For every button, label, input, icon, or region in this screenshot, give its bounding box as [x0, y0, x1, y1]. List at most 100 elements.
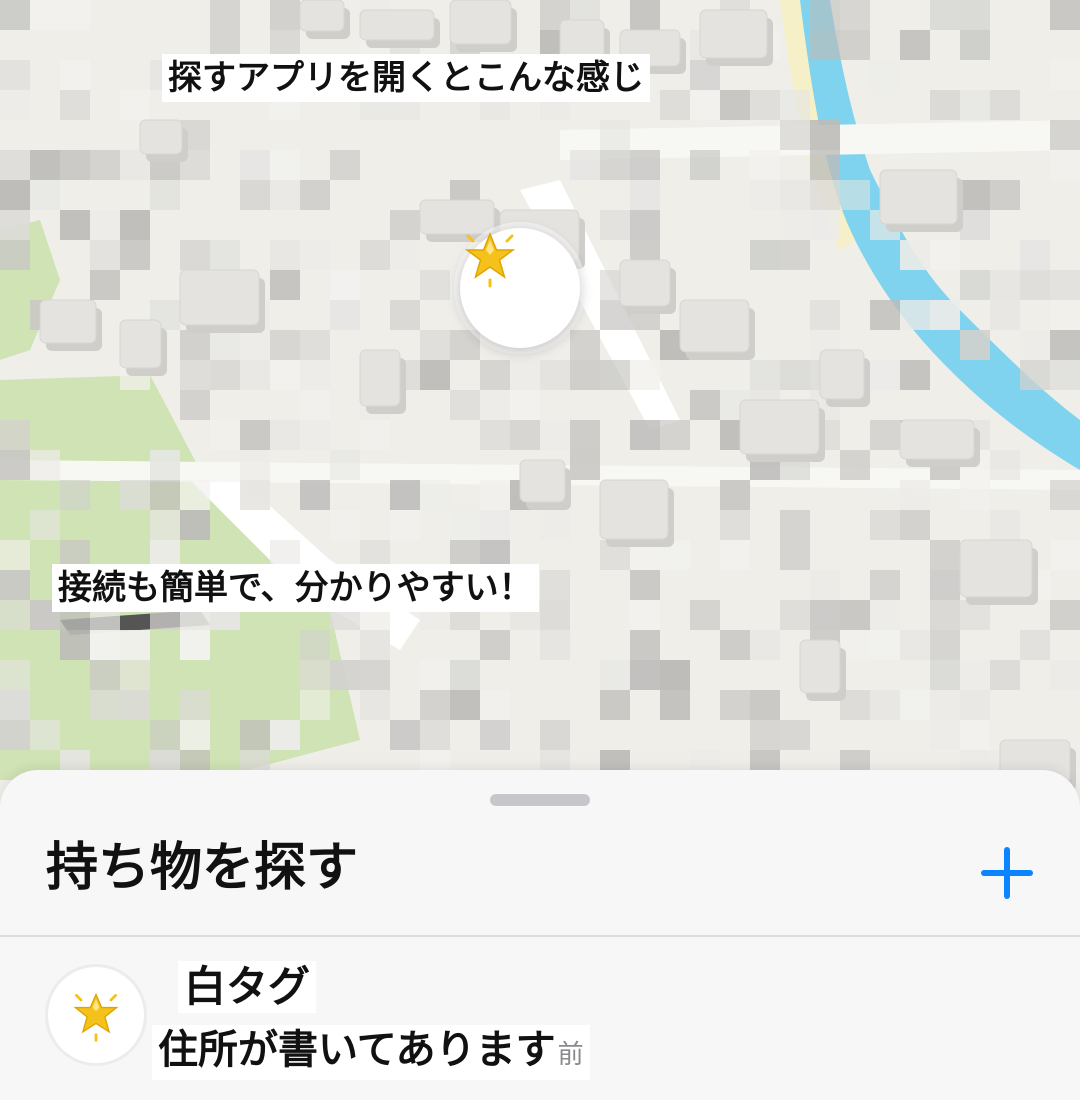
- mosaic-block: [0, 690, 30, 720]
- mosaic-block: [750, 150, 780, 180]
- mosaic-block: [630, 150, 660, 180]
- mosaic-block: [60, 630, 90, 660]
- mosaic-block: [810, 600, 840, 630]
- mosaic-block: [810, 300, 840, 330]
- mosaic-block: [870, 600, 900, 630]
- mosaic-block: [420, 480, 450, 510]
- mosaic-block: [450, 330, 480, 360]
- mosaic-block: [630, 0, 660, 30]
- sheet-grabber[interactable]: [490, 794, 590, 806]
- mosaic-block: [30, 720, 60, 750]
- mosaic-block: [150, 510, 180, 540]
- mosaic-block: [990, 660, 1020, 690]
- mosaic-block: [660, 690, 690, 720]
- building: [519, 459, 566, 503]
- mosaic-block: [840, 450, 870, 480]
- mosaic-block: [60, 90, 90, 120]
- mosaic-block: [600, 660, 630, 690]
- mosaic-block: [720, 510, 750, 540]
- mosaic-block: [630, 600, 660, 630]
- mosaic-block: [150, 480, 180, 510]
- mosaic-block: [210, 240, 240, 270]
- mosaic-block: [180, 240, 210, 270]
- mosaic-block: [120, 90, 150, 120]
- mosaic-block: [570, 420, 600, 450]
- mosaic-block: [420, 720, 450, 750]
- mosaic-block: [180, 480, 210, 510]
- mosaic-block: [180, 510, 210, 540]
- building: [449, 0, 512, 45]
- caption-top: 探すアプリを開くとこんな感じ: [162, 54, 650, 102]
- caption-mid: 接続も簡単で、分かりやすい！: [52, 564, 539, 612]
- mosaic-block: [930, 660, 960, 690]
- mosaic-block: [1050, 300, 1080, 330]
- mosaic-block: [210, 0, 240, 30]
- mosaic-block: [1020, 330, 1050, 360]
- add-item-button[interactable]: [972, 838, 1042, 908]
- mosaic-block: [270, 270, 300, 300]
- mosaic-block: [900, 240, 930, 270]
- mosaic-block: [120, 660, 150, 690]
- mosaic-block: [120, 690, 150, 720]
- mosaic-block: [90, 210, 120, 240]
- mosaic-block: [780, 540, 810, 570]
- mosaic-block: [60, 150, 90, 180]
- mosaic-block: [780, 360, 810, 390]
- building: [799, 639, 841, 694]
- mosaic-block: [270, 420, 300, 450]
- mosaic-block: [150, 720, 180, 750]
- mosaic-block: [480, 420, 510, 450]
- mosaic-block: [0, 60, 30, 90]
- mosaic-block: [930, 690, 960, 720]
- mosaic-block: [270, 0, 300, 30]
- mosaic-block: [120, 630, 150, 660]
- mosaic-block: [870, 60, 900, 90]
- mosaic-block: [330, 450, 360, 480]
- mosaic-block: [0, 450, 30, 480]
- mosaic-block: [990, 450, 1020, 480]
- mosaic-block: [930, 600, 960, 630]
- mosaic-block: [270, 330, 300, 360]
- mosaic-block: [270, 240, 300, 270]
- mosaic-block: [1050, 660, 1080, 690]
- mosaic-block: [180, 720, 210, 750]
- mosaic-block: [480, 630, 510, 660]
- mosaic-block: [780, 510, 810, 540]
- airtag-map-pin[interactable]: [460, 228, 580, 348]
- mosaic-block: [450, 690, 480, 720]
- mosaic-block: [900, 30, 930, 60]
- building: [899, 419, 975, 460]
- mosaic-block: [240, 180, 270, 210]
- mosaic-block: [1050, 60, 1080, 90]
- items-bottom-sheet[interactable]: 持ち物を探す 白タグ 住所が書いてあります前: [0, 770, 1080, 1100]
- mosaic-block: [780, 720, 810, 750]
- mosaic-block: [810, 150, 840, 180]
- mosaic-block: [300, 360, 330, 390]
- mosaic-block: [960, 180, 990, 210]
- mosaic-block: [180, 360, 210, 390]
- mosaic-block: [510, 390, 540, 420]
- mosaic-block: [540, 720, 570, 750]
- star-icon: [464, 232, 516, 288]
- mosaic-block: [540, 420, 570, 450]
- list-item[interactable]: 白タグ 住所が書いてあります前: [0, 937, 1080, 1097]
- mosaic-block: [0, 420, 30, 450]
- mosaic-block: [930, 90, 960, 120]
- mosaic-block: [660, 90, 690, 120]
- mosaic-block: [810, 120, 840, 150]
- mosaic-block: [390, 210, 420, 240]
- mosaic-block: [690, 90, 720, 120]
- mosaic-block: [240, 420, 270, 450]
- mosaic-block: [180, 630, 210, 660]
- mosaic-block: [0, 720, 30, 750]
- mosaic-block: [750, 360, 780, 390]
- mosaic-block: [690, 600, 720, 630]
- mosaic-block: [390, 240, 420, 270]
- mosaic-block: [930, 630, 960, 660]
- mosaic-block: [180, 690, 210, 720]
- mosaic-block: [60, 210, 90, 240]
- mosaic-block: [0, 210, 30, 240]
- mosaic-block: [1050, 540, 1080, 570]
- building: [179, 269, 260, 326]
- mosaic-block: [420, 270, 450, 300]
